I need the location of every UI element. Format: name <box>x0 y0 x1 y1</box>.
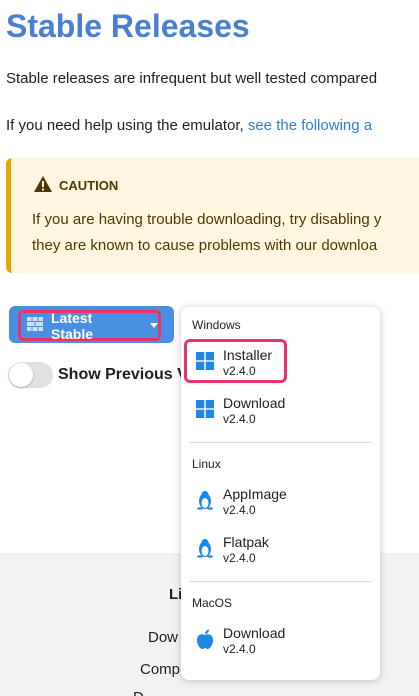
warning-icon <box>33 175 53 196</box>
page-title: Stable Releases <box>6 8 250 44</box>
item-label: Flatpak <box>223 534 269 550</box>
item-version: v2.4.0 <box>223 642 256 656</box>
download-dropdown: Windows Installer v2.4.0 Download v2.4.0… <box>181 307 380 680</box>
item-version: v2.4.0 <box>223 503 256 517</box>
linux-icon <box>195 538 215 558</box>
footer-link[interactable]: Dow <box>148 629 178 646</box>
help-link[interactable]: see the following a <box>248 117 372 134</box>
caution-label: CAUTION <box>59 178 119 193</box>
item-label: AppImage <box>223 486 287 502</box>
help-text: If you need help using the emulator, <box>6 117 248 134</box>
item-label: Download <box>223 625 286 641</box>
windows-download-item[interactable]: Download v2.4.0 <box>195 395 285 427</box>
section-linux: Linux <box>192 457 221 471</box>
item-version: v2.4.0 <box>223 412 256 426</box>
show-previous-row: Show Previous V <box>8 362 188 388</box>
caution-box: CAUTION If you are having trouble downlo… <box>6 158 419 273</box>
toggle-knob <box>9 363 33 387</box>
help-paragraph: If you need help using the emulator, see… <box>6 117 372 134</box>
linux-appimage-item[interactable]: AppImage v2.4.0 <box>195 486 287 518</box>
apple-icon <box>195 629 215 649</box>
windows-icon <box>195 399 215 419</box>
linux-icon <box>195 490 215 510</box>
brick-icon <box>27 317 43 334</box>
windows-icon <box>195 351 215 371</box>
caution-text: If you are having trouble downloading, t… <box>32 207 419 259</box>
latest-stable-label: Latest Stable <box>51 309 94 342</box>
section-divider <box>189 442 372 443</box>
show-previous-label: Show Previous V <box>58 366 188 383</box>
item-version: v2.4.0 <box>223 364 256 378</box>
linux-flatpak-item[interactable]: Flatpak v2.4.0 <box>195 534 269 566</box>
caution-line: If you are having trouble downloading, t… <box>32 211 382 228</box>
item-label: Download <box>223 395 286 411</box>
section-windows: Windows <box>192 318 241 332</box>
caution-heading: CAUTION <box>33 175 118 196</box>
show-previous-toggle[interactable] <box>8 362 53 388</box>
item-version: v2.4.0 <box>223 551 256 565</box>
section-divider <box>189 581 372 582</box>
macos-download-item[interactable]: Download v2.4.0 <box>195 625 285 657</box>
chevron-down-icon <box>150 323 158 328</box>
intro-paragraph: Stable releases are infrequent but well … <box>6 70 378 87</box>
footer-link[interactable]: D <box>133 689 144 696</box>
latest-stable-highlight[interactable]: Latest Stable <box>18 309 161 342</box>
windows-installer-item[interactable]: Installer v2.4.0 <box>195 347 272 379</box>
caution-line: they are known to cause problems with ou… <box>32 237 378 254</box>
footer-link[interactable]: Comp <box>140 661 180 678</box>
item-label: Installer <box>223 347 273 363</box>
section-macos: MacOS <box>192 596 233 610</box>
